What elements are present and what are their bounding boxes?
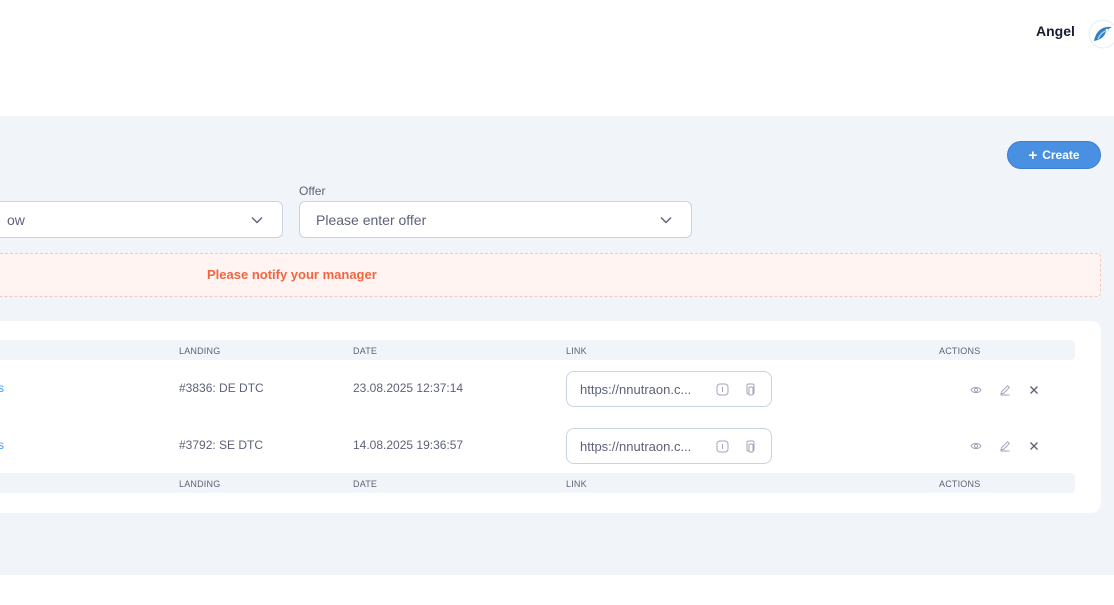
eye-icon[interactable] — [970, 384, 982, 396]
top-bar: Angel — [0, 0, 1114, 64]
link-text: https://nnutraon.c... — [580, 439, 692, 454]
column-footer-actions: ACTIONS — [939, 479, 981, 489]
row-date: 14.08.2025 19:36:57 — [353, 438, 464, 452]
row-landing: #3836: DE DTC — [179, 381, 264, 395]
plus-icon: + — [1028, 146, 1038, 164]
pencil-icon[interactable] — [999, 440, 1011, 452]
table-footer-header: LANDING DATE LINK ACTIONS — [0, 473, 1075, 493]
link-field[interactable]: https://nnutraon.c... — [566, 428, 772, 464]
row-date: 23.08.2025 12:37:14 — [353, 381, 464, 395]
copy-icon[interactable] — [744, 383, 757, 396]
pencil-icon[interactable] — [999, 384, 1011, 396]
table-card: LANDING DATE LINK ACTIONS s #3836: DE DT… — [0, 321, 1101, 513]
column-footer-link: LINK — [566, 479, 587, 489]
close-icon[interactable] — [1028, 384, 1040, 396]
chevron-down-icon — [251, 217, 263, 224]
alert-text: Please notify your manager — [207, 267, 377, 282]
first-filter-value: ow — [7, 211, 25, 228]
row-id-link[interactable]: s — [0, 438, 4, 452]
first-filter-select[interactable]: ow — [0, 201, 283, 238]
offer-label: Offer — [299, 184, 326, 198]
link-text: https://nnutraon.c... — [580, 382, 692, 397]
info-icon[interactable] — [716, 383, 729, 396]
create-button-label: Create — [1042, 148, 1080, 162]
column-header-landing: LANDING — [179, 346, 221, 356]
column-footer-date: DATE — [353, 479, 378, 489]
avatar[interactable] — [1088, 19, 1114, 49]
table-header: LANDING DATE LINK ACTIONS — [0, 340, 1075, 360]
row-landing: #3792: SE DTC — [179, 438, 264, 452]
copy-icon[interactable] — [744, 440, 757, 453]
eye-icon[interactable] — [970, 440, 982, 452]
offer-placeholder: Please enter offer — [316, 211, 427, 228]
bird-logo-icon — [1088, 19, 1114, 49]
offer-select[interactable]: Please enter offer — [299, 201, 692, 238]
chevron-down-icon — [660, 217, 672, 224]
column-header-actions: ACTIONS — [939, 346, 981, 356]
column-footer-landing: LANDING — [179, 479, 221, 489]
close-icon[interactable] — [1028, 440, 1040, 452]
alert-banner — [0, 253, 1101, 297]
create-button[interactable]: + Create — [1007, 141, 1101, 169]
row-id-link[interactable]: s — [0, 381, 4, 395]
link-field[interactable]: https://nnutraon.c... — [566, 371, 772, 407]
column-header-link: LINK — [566, 346, 587, 356]
info-icon[interactable] — [716, 440, 729, 453]
user-name[interactable]: Angel — [1036, 23, 1075, 39]
column-header-date: DATE — [353, 346, 378, 356]
